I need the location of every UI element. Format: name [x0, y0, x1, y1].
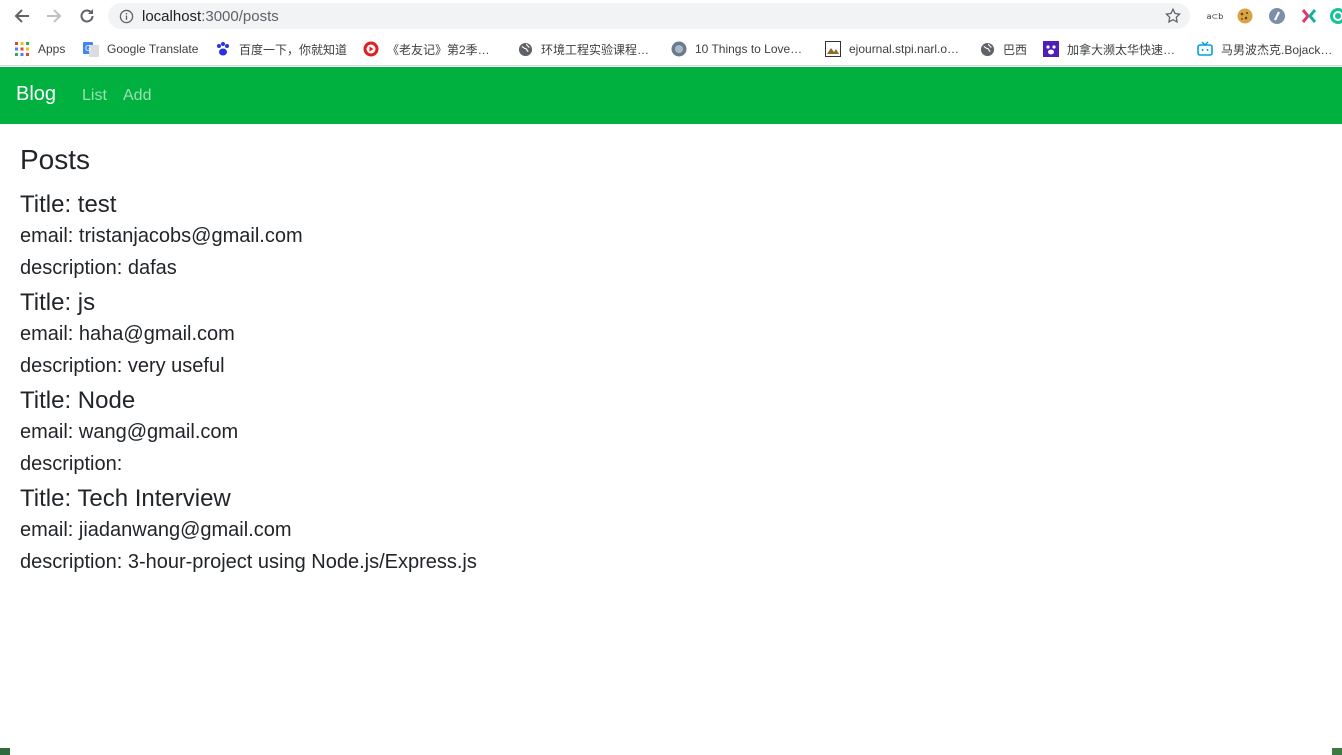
post-email: email: wang@gmail.com: [20, 421, 239, 443]
bookmark-label: 环境工程实验课程…: [541, 42, 650, 57]
bookmark-label: ejournal.stpi.narl.o…: [849, 42, 960, 56]
bookmark-label: 百度一下，你就知道: [239, 42, 348, 57]
bookmark-label: Google Translate: [107, 42, 199, 56]
back-button[interactable]: [11, 5, 33, 27]
post-description: description: dafas: [20, 257, 177, 279]
ext-1-icon[interactable]: a⊂b: [1205, 6, 1225, 26]
address-bar[interactable]: localhost:3000/posts: [108, 3, 1190, 29]
ext-3-icon[interactable]: [1267, 6, 1287, 26]
bookmark-label: Apps: [38, 42, 66, 56]
bookmark-brazil[interactable]: 巴西: [979, 33, 1027, 65]
bookmark-label: 10 Things to Love…: [695, 42, 803, 56]
ext-4-icon[interactable]: [1299, 6, 1319, 26]
post-email: email: haha@gmail.com: [20, 323, 235, 345]
ext-1-label: a⊂b: [1206, 11, 1224, 21]
bookmark-10-things[interactable]: 10 Things to Love…: [671, 33, 802, 65]
baidu-paw-icon: [215, 41, 231, 57]
post-description: description:: [20, 453, 123, 475]
globe-icon: [517, 41, 533, 57]
window-bottom-edge: [0, 748, 1342, 755]
google-translate-icon: G: [83, 41, 99, 57]
nav-link-list[interactable]: List: [82, 87, 107, 105]
apps-grid-icon: [14, 41, 30, 57]
bookmark-env-engineering[interactable]: 环境工程实验课程…: [517, 33, 649, 65]
bookmark-bojack[interactable]: 马男波杰克.Bojack…: [1197, 33, 1332, 65]
reload-icon: [80, 9, 94, 23]
site-icon: [671, 41, 687, 57]
bookmark-label: 马男波杰克.Bojack…: [1221, 42, 1333, 57]
svg-text:G: G: [85, 44, 91, 53]
video-play-icon: [363, 41, 379, 57]
forward-button[interactable]: [43, 5, 65, 27]
post-title: Title: test: [20, 191, 117, 218]
desktop-edge-left: [0, 748, 10, 755]
url-host: localhost: [142, 7, 202, 25]
post-email: email: tristanjacobs@gmail.com: [20, 225, 303, 247]
bookmark-friends[interactable]: 《老友记》第2季…: [363, 33, 490, 65]
bookmarks-bar: Apps G Google Translate 百度一下，你就知道 《老友记》第…: [0, 33, 1342, 66]
bookmark-apps[interactable]: Apps: [14, 33, 65, 65]
bookmark-label: 加拿大濒太华快速…: [1067, 42, 1176, 57]
page-title: Posts: [20, 144, 91, 175]
bookmark-google-translate[interactable]: G Google Translate: [83, 33, 198, 65]
post-item: Title: test email: tristanjacobs@gmail.c…: [20, 190, 1320, 282]
brand-link[interactable]: Blog: [16, 83, 56, 106]
url-path: :3000/posts: [201, 7, 279, 25]
bookmark-canada[interactable]: 加拿大濒太华快速…: [1043, 33, 1175, 65]
post-title: Title: Tech Interview: [20, 485, 231, 512]
desktop-edge-right: [1332, 748, 1342, 755]
bookmark-baidu[interactable]: 百度一下，你就知道: [215, 33, 347, 65]
url-text[interactable]: localhost:3000/posts: [142, 8, 279, 25]
info-icon[interactable]: [118, 8, 134, 24]
grammarly-icon[interactable]: [1328, 6, 1342, 26]
main-content: Posts Title: test email: tristanjacobs@g…: [20, 140, 1320, 582]
tv-icon: [1197, 41, 1213, 57]
reload-button[interactable]: [76, 5, 98, 27]
bookmark-label: 巴西: [1003, 42, 1028, 57]
arrow-left-icon: [14, 9, 29, 23]
nav-link-add[interactable]: Add: [123, 87, 151, 105]
browser-toolbar: localhost:3000/posts a⊂b: [0, 0, 1342, 33]
arrow-right-icon: [47, 9, 62, 23]
post-item: Title: Tech Interview email: jiadanwang@…: [20, 484, 1320, 576]
post-item: Title: Node email: wang@gmail.com descri…: [20, 386, 1320, 478]
bookmark-ejournal[interactable]: ejournal.stpi.narl.o…: [825, 33, 959, 65]
post-description: description: very useful: [20, 355, 225, 377]
post-title: Title: Node: [20, 387, 136, 414]
paw-icon: [1043, 41, 1059, 57]
post-description: description: 3-hour-project using Node.j…: [20, 551, 477, 573]
site-navbar: Blog List Add: [0, 67, 1342, 124]
bookmark-label: 《老友记》第2季…: [387, 42, 490, 57]
journal-icon: [825, 41, 841, 57]
globe-icon: [979, 41, 995, 57]
post-item: Title: js email: haha@gmail.com descript…: [20, 288, 1320, 380]
cookie-icon[interactable]: [1235, 6, 1255, 26]
star-icon[interactable]: [1164, 7, 1182, 30]
post-title: Title: js: [20, 289, 96, 316]
post-email: email: jiadanwang@gmail.com: [20, 519, 292, 541]
